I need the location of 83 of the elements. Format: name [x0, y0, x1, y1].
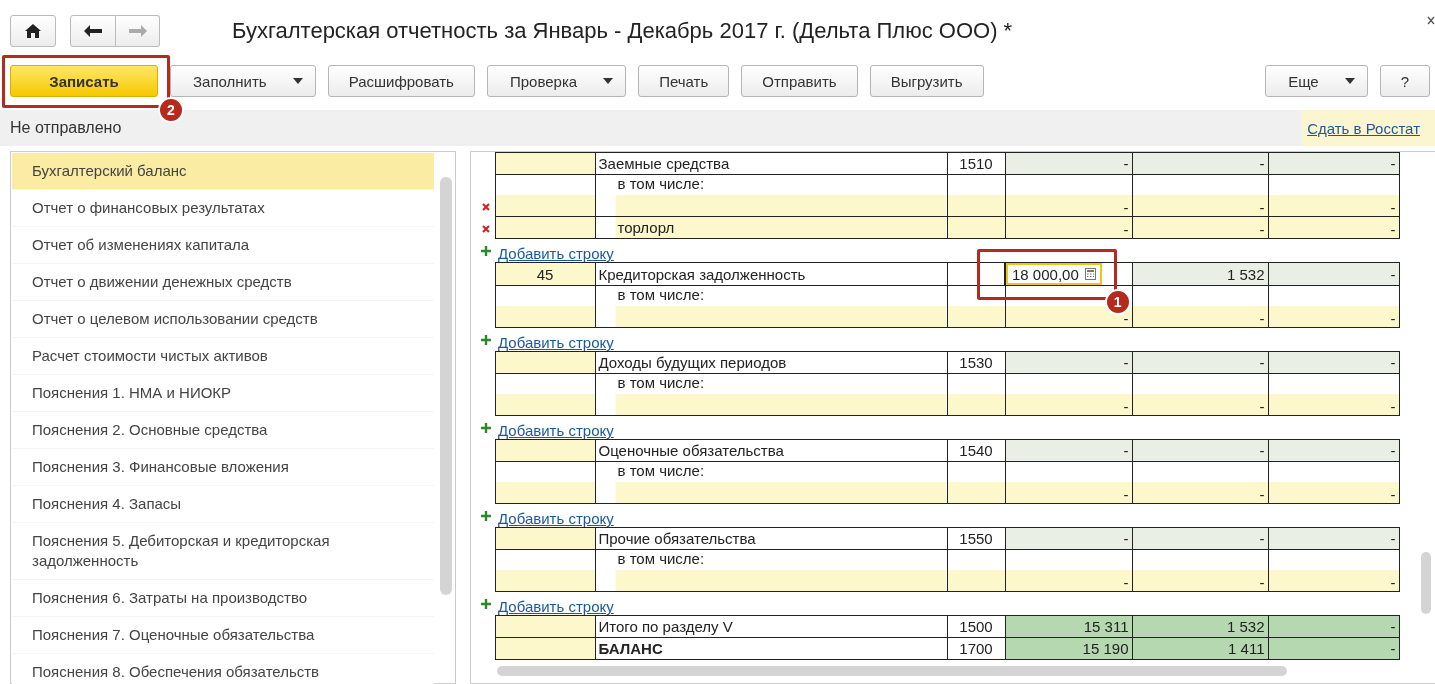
- caret-icon: [603, 78, 614, 84]
- table-cell[interactable]: -: [1132, 393, 1268, 416]
- plus-icon[interactable]: [481, 510, 491, 521]
- table-cell[interactable]: [595, 393, 947, 416]
- delete-icon[interactable]: [481, 225, 490, 233]
- rosstat-link[interactable]: Сдать в Росстат: [1302, 110, 1435, 146]
- toolbar-button[interactable]: Еще: [1265, 65, 1368, 97]
- scrollbar-thumb[interactable]: [1421, 552, 1431, 614]
- toolbar-button[interactable]: Печать: [638, 65, 730, 97]
- table-cell: БАЛАНС: [595, 637, 947, 660]
- caret-icon: [292, 78, 303, 84]
- table-cell: Кредиторская задолженность: [595, 262, 947, 286]
- table-cell[interactable]: [595, 481, 947, 504]
- sidebar-item[interactable]: Бухгалтерский баланс: [12, 153, 434, 190]
- table-cell: -: [1005, 351, 1132, 374]
- status-text: Не отправлено: [9, 119, 122, 137]
- add-row-link[interactable]: Добавить строку: [498, 598, 614, 615]
- table-cell: 45: [495, 262, 595, 286]
- toolbar-button[interactable]: Выгрузить: [869, 65, 984, 97]
- table-cell: 1 411: [1132, 637, 1268, 660]
- table-cell: -: [1268, 527, 1399, 550]
- window-title: Бухгалтерская отчетность за Январь - Декабрь 2017 г. (Дельта Плюс ООО) *: [232, 18, 1013, 44]
- table-cell: -: [1005, 527, 1132, 550]
- table-cell: 1 532: [1132, 615, 1268, 638]
- table-cell: 1530: [947, 351, 1005, 374]
- scrollbar-thumb[interactable]: [440, 177, 452, 595]
- table-cell: -: [1268, 152, 1399, 175]
- home-button[interactable]: [10, 15, 56, 47]
- calculator-icon[interactable]: [1084, 268, 1096, 280]
- table-cell: 1540: [947, 439, 1005, 462]
- toolbar-button[interactable]: Записать: [10, 65, 158, 97]
- table-cell: -: [1268, 615, 1399, 638]
- table-cell: 1500: [947, 615, 1005, 638]
- table-cell: Заемные средства: [595, 152, 947, 175]
- table-cell: 1510: [947, 152, 1005, 175]
- table-cell: 1550: [947, 527, 1005, 550]
- table-cell: -: [1132, 351, 1268, 374]
- table-cell: -: [1268, 439, 1399, 462]
- close-icon[interactable]: [1427, 16, 1435, 26]
- toolbar-button[interactable]: Заполнить: [170, 65, 316, 97]
- forward-arrow-icon: [128, 25, 147, 37]
- table-cell: 1 532: [1132, 262, 1268, 286]
- table-cell[interactable]: -: [1132, 194, 1268, 217]
- table-cell[interactable]: -: [1132, 481, 1268, 504]
- toolbar-button[interactable]: Расшифровать: [327, 65, 475, 97]
- table-cell: -: [1268, 262, 1399, 286]
- callout-badge: 2: [158, 97, 184, 123]
- table-cell: 15 311: [1005, 615, 1132, 638]
- table-cell[interactable]: [595, 569, 947, 592]
- table-cell: -: [1132, 439, 1268, 462]
- back-arrow-icon: [84, 25, 102, 37]
- table-cell[interactable]: [595, 194, 947, 217]
- plus-icon[interactable]: [481, 422, 491, 433]
- caret-icon: [1344, 78, 1355, 84]
- table-cell: Оценочные обязательства: [595, 439, 947, 462]
- table-cell: Итого по разделу V: [595, 615, 947, 638]
- input-field[interactable]: 18 000,00: [1006, 263, 1102, 285]
- table-cell: -: [1005, 152, 1132, 175]
- table-cell: -: [1132, 152, 1268, 175]
- toolbar-button[interactable]: ?: [1379, 65, 1430, 97]
- table-cell: Прочие обязательства: [595, 527, 947, 550]
- add-row-link[interactable]: Добавить строку: [498, 510, 614, 527]
- home-icon: [25, 24, 41, 38]
- scrollbar-thumb[interactable]: [497, 666, 1287, 676]
- table-cell[interactable]: [595, 305, 947, 328]
- table-cell: Доходы будущих периодов: [595, 351, 947, 374]
- toolbar-button[interactable]: Отправить: [741, 65, 858, 97]
- add-row-link[interactable]: Добавить строку: [498, 334, 614, 351]
- plus-icon[interactable]: [481, 245, 491, 256]
- toolbar-button[interactable]: Проверка: [486, 65, 627, 97]
- plus-icon[interactable]: [481, 334, 491, 345]
- delete-icon[interactable]: [481, 203, 490, 211]
- table-cell: -: [1268, 351, 1399, 374]
- table-cell: -: [1005, 439, 1132, 462]
- back-button[interactable]: [70, 15, 116, 47]
- table-cell[interactable]: торлорл: [595, 216, 947, 239]
- table-cell[interactable]: -: [1132, 569, 1268, 592]
- table-cell: -: [1132, 527, 1268, 550]
- table-cell[interactable]: -: [1132, 216, 1268, 239]
- table-cell[interactable]: -: [1132, 305, 1268, 328]
- add-row-link[interactable]: Добавить строку: [498, 245, 614, 262]
- plus-icon[interactable]: [481, 598, 491, 609]
- add-row-link[interactable]: Добавить строку: [498, 422, 614, 439]
